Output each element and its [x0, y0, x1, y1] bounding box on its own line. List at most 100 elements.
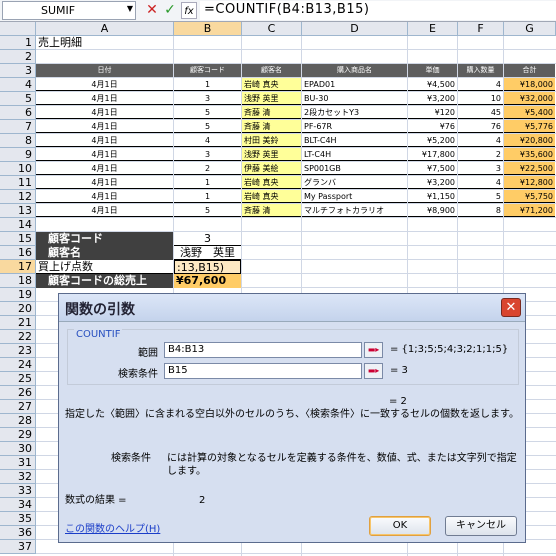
table-cell[interactable]: 3 — [174, 148, 241, 161]
table-cell[interactable]: 5 — [174, 204, 241, 217]
row-header[interactable]: 34 — [0, 498, 36, 512]
criteria-input[interactable]: B15 — [164, 363, 362, 379]
table-cell[interactable]: 4 — [458, 78, 503, 91]
row-header[interactable]: 28 — [0, 414, 36, 428]
table-header-cell[interactable]: 購入数量 — [458, 64, 503, 77]
table-header-cell[interactable]: 単価 — [408, 64, 457, 77]
table-cell[interactable]: グランバ — [302, 176, 407, 189]
customer-total-label[interactable]: 顧客コードの総売上 — [36, 274, 173, 288]
collapse-dialog-icon[interactable]: ▬▸ — [364, 363, 383, 379]
table-cell[interactable]: 5 — [458, 190, 503, 203]
row-header[interactable]: 32 — [0, 470, 36, 484]
table-cell[interactable]: ¥5,200 — [408, 134, 457, 147]
row-header[interactable]: 18 — [0, 274, 36, 288]
table-cell[interactable]: BU-30 — [302, 92, 407, 105]
name-box[interactable]: SUMIF ▼ — [2, 1, 136, 20]
row-header[interactable]: 27 — [0, 400, 36, 414]
table-cell[interactable]: 2 — [458, 148, 503, 161]
row-header[interactable]: 12 — [0, 190, 36, 204]
row-header[interactable]: 1 — [0, 36, 36, 50]
table-cell[interactable]: ¥5,776 — [504, 120, 555, 133]
row-header[interactable]: 16 — [0, 246, 36, 260]
table-cell[interactable]: 4月1日 — [36, 176, 173, 189]
row-header[interactable]: 30 — [0, 442, 36, 456]
enter-icon[interactable]: ✓ — [162, 2, 178, 19]
formula-input[interactable]: =COUNTIF(B4:B13,B15) — [200, 1, 556, 20]
close-icon[interactable]: ✕ — [501, 298, 521, 317]
sheet-title-cell[interactable]: 売上明細 — [36, 36, 173, 50]
table-cell[interactable]: 4月1日 — [36, 204, 173, 217]
table-cell[interactable]: 4月1日 — [36, 120, 173, 133]
table-cell[interactable]: EPAD01 — [302, 78, 407, 91]
row-header[interactable]: 3 — [0, 64, 36, 78]
row-header[interactable]: 31 — [0, 456, 36, 470]
chevron-down-icon[interactable]: ▼ — [127, 4, 133, 13]
row-header[interactable]: 15 — [0, 232, 36, 246]
row-header[interactable]: 6 — [0, 106, 36, 120]
table-cell[interactable]: 10 — [458, 92, 503, 105]
table-cell[interactable]: ¥3,200 — [408, 176, 457, 189]
table-cell[interactable]: 5 — [174, 120, 241, 133]
column-header[interactable]: C — [242, 22, 302, 36]
table-cell[interactable]: ¥7,500 — [408, 162, 457, 175]
table-cell[interactable]: ¥17,800 — [408, 148, 457, 161]
row-header[interactable]: 4 — [0, 78, 36, 92]
table-cell[interactable]: 1 — [174, 190, 241, 203]
table-cell[interactable]: My Passport — [302, 190, 407, 203]
row-header[interactable]: 7 — [0, 120, 36, 134]
table-cell[interactable]: ¥3,200 — [408, 92, 457, 105]
table-cell[interactable]: 斉藤 清 — [242, 106, 301, 119]
row-header[interactable]: 37 — [0, 540, 36, 554]
table-cell[interactable]: 1 — [174, 78, 241, 91]
collapse-dialog-icon[interactable]: ▬▸ — [364, 342, 383, 358]
row-header[interactable]: 33 — [0, 484, 36, 498]
table-cell[interactable]: ¥12,800 — [504, 176, 555, 189]
table-cell[interactable]: ¥1,150 — [408, 190, 457, 203]
select-all-corner[interactable] — [0, 22, 36, 36]
row-header[interactable]: 9 — [0, 148, 36, 162]
table-cell[interactable]: 4月1日 — [36, 106, 173, 119]
table-cell[interactable]: ¥20,800 — [504, 134, 555, 147]
table-cell[interactable]: SP001GB — [302, 162, 407, 175]
row-header[interactable]: 19 — [0, 288, 36, 302]
table-cell[interactable]: 5 — [174, 106, 241, 119]
row-header[interactable]: 8 — [0, 134, 36, 148]
table-cell[interactable]: マルチフォトカラリオ — [302, 204, 407, 217]
row-header[interactable]: 14 — [0, 218, 36, 232]
table-cell[interactable]: 2段カセットY3 — [302, 106, 407, 119]
customer-code-label[interactable]: 顧客コード — [36, 232, 173, 246]
row-header[interactable]: 21 — [0, 316, 36, 330]
table-header-cell[interactable]: 顧客コード — [174, 64, 241, 77]
table-cell[interactable]: ¥120 — [408, 106, 457, 119]
table-cell[interactable]: 76 — [458, 120, 503, 133]
table-cell[interactable]: 2 — [174, 162, 241, 175]
row-header[interactable]: 25 — [0, 372, 36, 386]
table-cell[interactable]: ¥35,600 — [504, 148, 555, 161]
insert-function-icon[interactable]: fx — [181, 2, 197, 19]
row-header[interactable]: 35 — [0, 512, 36, 526]
table-cell[interactable]: 伊藤 美絵 — [242, 162, 301, 175]
table-cell[interactable]: 3 — [174, 92, 241, 105]
table-cell[interactable]: 岩崎 真央 — [242, 176, 301, 189]
table-cell[interactable]: 浅野 英里 — [242, 148, 301, 161]
column-header[interactable]: E — [408, 22, 458, 36]
table-header-cell[interactable]: 合計 — [504, 64, 555, 77]
active-cell-editor[interactable]: :13,B15) — [174, 260, 241, 274]
table-cell[interactable]: 4 — [458, 134, 503, 147]
table-cell[interactable]: 4月1日 — [36, 162, 173, 175]
table-cell[interactable]: ¥18,000 — [504, 78, 555, 91]
row-header[interactable]: 24 — [0, 358, 36, 372]
table-cell[interactable]: 村田 美鈴 — [242, 134, 301, 147]
table-header-cell[interactable]: 購入商品名 — [302, 64, 407, 77]
table-cell[interactable]: 岩崎 真央 — [242, 190, 301, 203]
row-header[interactable]: 36 — [0, 526, 36, 540]
column-header[interactable]: F — [458, 22, 504, 36]
table-cell[interactable]: 斉藤 清 — [242, 204, 301, 217]
table-cell[interactable]: 4月1日 — [36, 148, 173, 161]
customer-name-value[interactable]: 浅野 英里 — [174, 246, 241, 260]
table-cell[interactable]: 4月1日 — [36, 190, 173, 203]
table-cell[interactable]: ¥71,200 — [504, 204, 555, 217]
table-cell[interactable]: ¥32,000 — [504, 92, 555, 105]
table-cell[interactable]: ¥76 — [408, 120, 457, 133]
table-cell[interactable]: ¥22,500 — [504, 162, 555, 175]
